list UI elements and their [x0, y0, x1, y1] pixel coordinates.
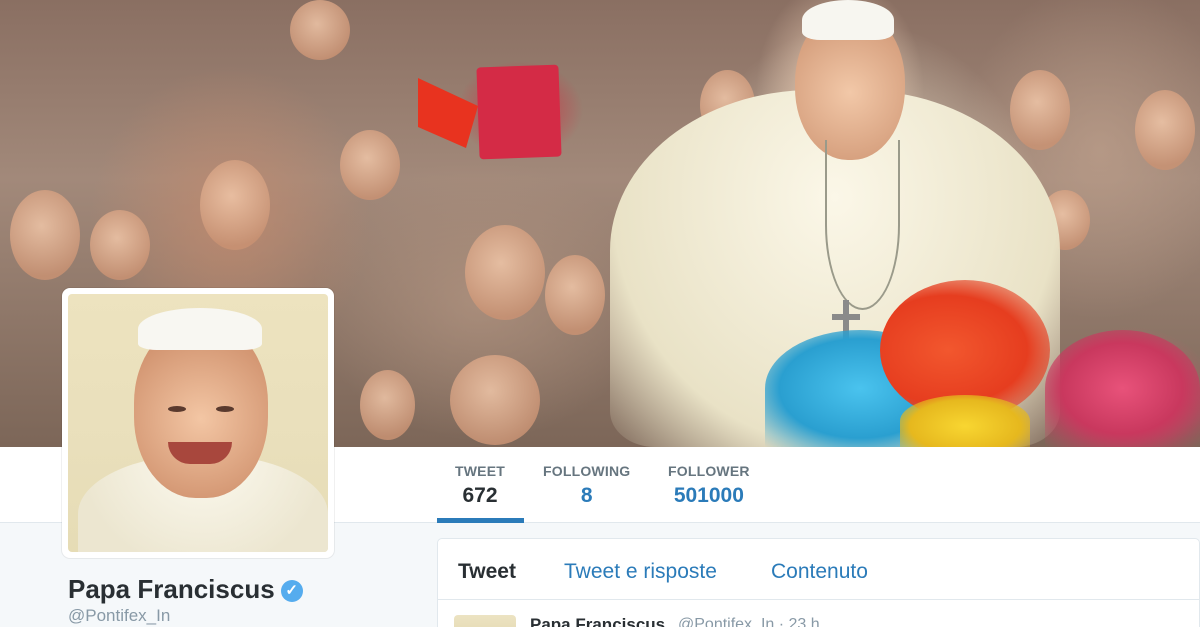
tab-tweets-and-replies[interactable]: Tweet e risposte	[564, 560, 717, 584]
stat-following[interactable]: FOLLOWING 8	[543, 463, 630, 508]
profile-avatar[interactable]	[62, 288, 334, 558]
timeline-tabs: Tweet Tweet e risposte Contenuto	[438, 539, 1200, 600]
tab-media[interactable]: Contenuto	[771, 560, 868, 584]
tweet-avatar[interactable]	[454, 615, 516, 627]
stat-tweets-value: 672	[462, 484, 498, 507]
stat-followers-label: FOLLOWER	[668, 463, 750, 479]
tweet-item[interactable]: Papa Franciscus @Pontifex_In · 23 h	[454, 615, 1194, 627]
stat-followers[interactable]: FOLLOWER 501000	[668, 463, 750, 508]
timeline-card: Tweet Tweet e risposte Contenuto Papa Fr…	[437, 538, 1200, 627]
tweet-author-meta: @Pontifex_In · 23 h	[678, 616, 820, 627]
verified-badge-icon: ✓	[280, 580, 303, 602]
stat-following-label: FOLLOWING	[543, 463, 631, 479]
tweet-author-name[interactable]: Papa Franciscus	[530, 615, 665, 627]
stat-following-value: 8	[580, 484, 593, 507]
profile-name-text: Papa Franciscus	[68, 574, 275, 604]
stat-tweets-label: TWEET	[455, 463, 505, 479]
active-stat-indicator	[437, 518, 524, 523]
avatar-image	[68, 294, 328, 552]
tab-tweets[interactable]: Tweet	[458, 560, 516, 584]
profile-handle[interactable]: @Pontifex_In	[68, 606, 170, 626]
stat-followers-value: 501000	[673, 484, 744, 507]
profile-name[interactable]: Papa Franciscus ✓	[68, 574, 303, 605]
stat-tweets[interactable]: TWEET 672	[455, 463, 505, 508]
